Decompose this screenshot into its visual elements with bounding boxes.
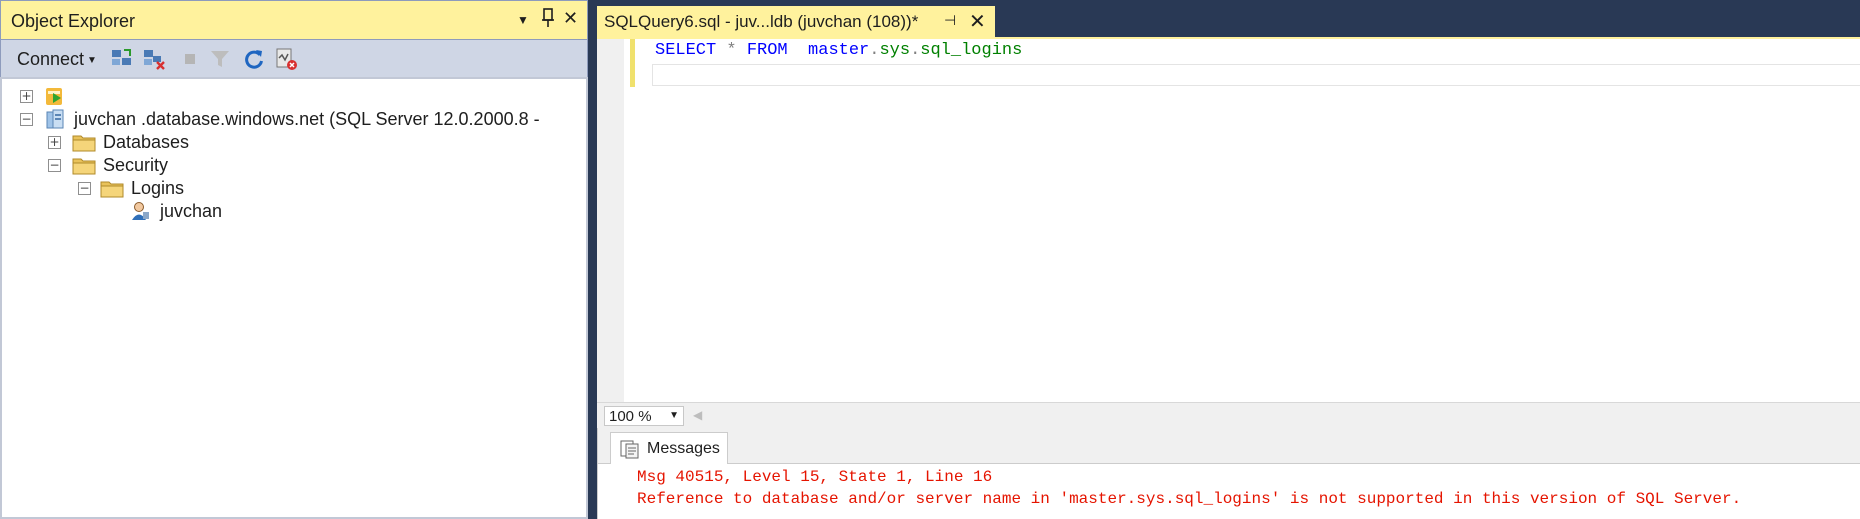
connect-label: Connect (17, 49, 85, 69)
zoom-value: 100 % (609, 408, 652, 425)
change-tracking-bar (630, 39, 635, 87)
tree-item-label: Databases (103, 132, 190, 152)
object-explorer-tree: + − juvchan .database.windows.net (SQL S… (0, 77, 588, 519)
disconnect-icon[interactable] (141, 46, 167, 72)
window-position-dropdown-icon[interactable]: ▼ (517, 13, 529, 27)
expand-toggle[interactable]: + (20, 90, 33, 103)
current-line-highlight (652, 64, 1860, 86)
error-message-line: Reference to database and/or server name… (637, 490, 1742, 508)
keyword-from: FROM (746, 41, 788, 60)
token-gap (788, 41, 808, 60)
chevron-down-icon: ▼ (87, 54, 97, 66)
object-explorer-title-bar: Object Explorer ▼ ✕ (0, 0, 588, 40)
query-line-1[interactable]: SELECT * FROM master.sys.sql_logins (655, 41, 1022, 60)
tree-item-label: Security (103, 155, 169, 175)
expand-toggle[interactable]: + (48, 136, 61, 149)
tree-item-label: juvchan (160, 201, 223, 221)
results-tab-strip: Messages (598, 428, 1860, 464)
refresh-icon[interactable] (241, 46, 267, 72)
tree-item-label: juvchan .database.windows.net (SQL Serve… (74, 109, 540, 129)
login-user-icon (129, 200, 151, 227)
results-pane: Messages Msg 40515, Level 15, State 1, L… (597, 428, 1860, 519)
query-text-editor[interactable]: SELECT * FROM master.sys.sql_logins (597, 37, 1860, 402)
collapse-toggle[interactable]: − (48, 159, 61, 172)
identifier-sys: sys (879, 41, 911, 60)
collapse-toggle[interactable]: − (78, 182, 91, 195)
activity-monitor-icon[interactable] (273, 46, 299, 72)
dot: . (869, 41, 880, 60)
filter-icon[interactable] (207, 46, 233, 72)
close-icon[interactable]: ✕ (563, 8, 578, 29)
identifier-sql-logins: sql_logins (920, 41, 1023, 60)
keyword-select: SELECT (655, 41, 717, 60)
connect-object-explorer-icon[interactable] (109, 46, 135, 72)
stop-icon[interactable] (177, 46, 203, 72)
zoom-select[interactable]: 100 % ▼ (604, 406, 684, 426)
query-editor-area: SQLQuery6.sql - juv...ldb (juvchan (108)… (597, 0, 1860, 519)
error-message-line: Msg 40515, Level 15, State 1, Line 16 (637, 468, 993, 486)
editor-gutter (597, 39, 624, 402)
panel-splitter[interactable] (588, 0, 597, 519)
operator-star: * (716, 41, 747, 60)
object-explorer-panel: Object Explorer ▼ ✕ Connect ▼ + − juvcha… (0, 0, 588, 519)
messages-icon (619, 439, 641, 464)
pin-icon[interactable] (541, 8, 555, 33)
collapse-toggle[interactable]: − (20, 113, 33, 126)
editor-zoom-bar: 100 % ▼ ◀ (597, 402, 1860, 428)
chevron-down-icon: ▼ (669, 410, 679, 421)
object-explorer-title: Object Explorer (11, 11, 136, 31)
scroll-left-icon[interactable]: ◀ (693, 408, 702, 422)
tab-messages[interactable]: Messages (610, 432, 728, 464)
tree-item-label: Logins (131, 178, 185, 198)
tree-item-login-juvchan[interactable]: juvchan (2, 198, 402, 224)
dot: . (910, 41, 921, 60)
tab-title: SQLQuery6.sql - juv...ldb (juvchan (108)… (604, 12, 919, 31)
connect-button[interactable]: Connect ▼ (17, 49, 97, 70)
messages-tab-label: Messages (647, 440, 720, 457)
object-explorer-toolbar: Connect ▼ (0, 40, 588, 77)
identifier-master: master (808, 41, 870, 60)
tab-close-icon[interactable]: ✕ (969, 9, 986, 34)
tab-pin-icon[interactable]: ⊣ (944, 12, 956, 29)
tab-sqlquery6[interactable]: SQLQuery6.sql - juv...ldb (juvchan (108)… (597, 6, 995, 37)
